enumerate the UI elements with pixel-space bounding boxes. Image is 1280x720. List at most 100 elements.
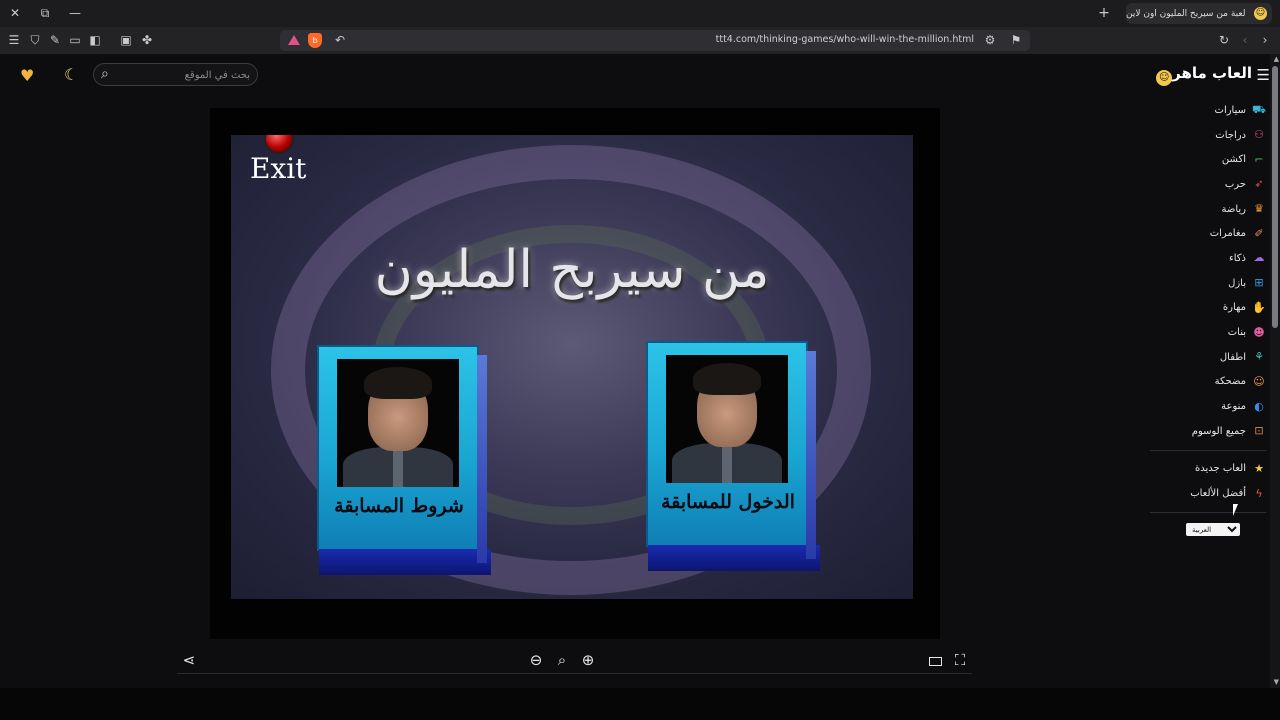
rules-card-button[interactable]: شروط المسابقة <box>317 345 491 575</box>
sidebar-item-label: العاب جديدة <box>1195 463 1246 475</box>
sidebar-toggle-icon[interactable]: ◧ <box>87 32 103 48</box>
sidebar-item-label: أفضل الألعاب <box>1190 488 1246 500</box>
reload-back-icon[interactable]: ↶ <box>332 32 348 48</box>
kids-icon: ⚘ <box>1254 350 1264 364</box>
page-footer-strip <box>0 688 1280 720</box>
theater-mode-icon[interactable] <box>929 657 942 666</box>
gun-icon: ⌐ <box>1254 152 1264 166</box>
mouse-cursor-icon <box>1233 504 1238 516</box>
sidebar-item[interactable]: أفضل الألعاب ϟ <box>1162 481 1266 506</box>
search-icon[interactable]: ⌕ <box>101 66 109 82</box>
brain-icon: ☁ <box>1253 251 1265 265</box>
exit-button[interactable]: Exit <box>250 152 306 185</box>
window-minimize-button[interactable]: — <box>66 5 84 21</box>
page-content: ♥ ☾ ⌕ العاب ماهر☺ ☰ سيارات⛟دراجات⚇اكشن⌐ح… <box>0 54 1280 720</box>
bike-icon: ⚇ <box>1254 128 1264 142</box>
browser-toolbar: ☰ ⛉ ✎ ▭ ◧ ▣ ✤ b ↶ ttt4.com/thinking-game… <box>0 27 1280 54</box>
sidebar-item[interactable]: مضحكة ☺ <box>1162 370 1266 395</box>
sidebar-item[interactable]: اطفال ⚘ <box>1162 345 1266 370</box>
enter-card-button[interactable]: الدخول للمسابقة <box>646 341 820 571</box>
card-base <box>319 549 491 575</box>
brave-rewards-icon[interactable] <box>288 35 300 45</box>
sidebar-item-label: حرب <box>1224 178 1246 190</box>
host-portrait <box>337 359 459 487</box>
sidebar-item[interactable]: دراجات ⚇ <box>1162 123 1266 148</box>
logo-smiley-icon: ☺ <box>1156 70 1173 86</box>
sidebar-item[interactable]: سيارات ⛟ <box>1162 98 1266 123</box>
puzzle-extensions-icon[interactable]: ✤ <box>139 32 155 48</box>
zoom-out-icon[interactable]: ⊖ <box>526 650 546 670</box>
game-frame[interactable]: Exit من سيربح المليون شروط المسابقة الدخ… <box>210 108 940 639</box>
sidebar-divider <box>1150 449 1266 451</box>
enter-card-label[interactable]: الدخول للمسابقة <box>648 491 808 513</box>
share-icon[interactable]: ⋖ <box>179 650 199 670</box>
new-tab-button[interactable]: + <box>1096 5 1112 21</box>
browser-tabbar: ✕ ⧉ — + ✕ لعبة من سيربح المليون اون لاين… <box>0 0 1280 27</box>
logo-text[interactable]: العاب ماهر <box>1172 64 1252 82</box>
tab-favicon-icon: ☺ <box>1254 7 1267 20</box>
hand-icon: ✋ <box>1252 300 1266 314</box>
fullscreen-icon[interactable]: ⛶ <box>950 650 970 670</box>
shield-icon[interactable]: ⛉ <box>27 32 43 48</box>
hamburger-menu-icon[interactable]: ☰ <box>1257 66 1270 84</box>
site-settings-icon[interactable]: ⚙ <box>982 32 998 48</box>
sidebar-item[interactable]: مهارة ✋ <box>1162 296 1266 321</box>
reload-icon[interactable]: ↻ <box>1216 32 1232 48</box>
rules-card-label[interactable]: شروط المسابقة <box>319 495 479 517</box>
sidebar-menu-icon[interactable]: ☰ <box>6 32 22 48</box>
window-close-button[interactable]: ✕ <box>6 5 24 21</box>
heart-icon[interactable]: ♥ <box>20 66 34 85</box>
sidebar-item-label: جميع الوسوم <box>1191 425 1246 437</box>
zoom-reset-icon[interactable]: ⌕ <box>552 650 572 670</box>
sidebar-item[interactable]: ذكاء ☁ <box>1162 246 1266 271</box>
smile-icon: ☺ <box>1253 374 1265 388</box>
category-sidebar: سيارات ⛟ دراجات ⚇ اكشن ⌐ حرب ➶ رياضة ♛ مغامرات ✐ ذكا… <box>1150 98 1266 519</box>
address-bar[interactable]: b ↶ ttt4.com/thinking-games/who-will-win… <box>280 30 1030 51</box>
scroll-thumb[interactable] <box>1272 66 1278 328</box>
game-canvas[interactable]: Exit من سيربح المليون شروط المسابقة الدخ… <box>231 135 913 599</box>
host-portrait <box>666 355 788 483</box>
scroll-down-icon[interactable]: ▼ <box>1274 678 1279 686</box>
screenshot-icon[interactable]: ▣ <box>118 32 134 48</box>
girl-icon: ☻ <box>1253 325 1265 339</box>
back-icon[interactable]: ‹ <box>1237 32 1253 48</box>
window-restore-button[interactable]: ⧉ <box>36 5 54 21</box>
sidebar-item[interactable]: منوعة ◐ <box>1162 394 1266 419</box>
card-base <box>648 545 820 571</box>
language-select[interactable]: العربية <box>1186 523 1240 536</box>
sidebar-divider <box>1150 512 1266 513</box>
scroll-up-icon[interactable]: ▲ <box>1274 55 1279 63</box>
site-logo[interactable]: العاب ماهر☺ <box>1152 64 1252 86</box>
game-controls: ⋖ ⊖ ⌕ ⊕ ⛶ <box>177 646 972 674</box>
sidebar-item-label: بازل <box>1228 277 1246 289</box>
zoom-in-icon[interactable]: ⊕ <box>578 650 598 670</box>
forward-icon[interactable]: › <box>1257 32 1273 48</box>
page-scrollbar[interactable]: ▲ ▼ <box>1270 54 1280 688</box>
url-text[interactable]: ttt4.com/thinking-games/who-will-win-the… <box>716 34 974 45</box>
game-title: من سيربح المليون <box>374 240 770 300</box>
sidebar-item-label: سيارات <box>1214 104 1246 116</box>
sidebar-item[interactable]: جميع الوسوم ⊡ <box>1162 419 1266 444</box>
sidebar-item-label: ذكاء <box>1229 252 1246 264</box>
tab-title: لعبة من سيربح المليون اون لاين <box>1126 8 1246 19</box>
bookmark-icon[interactable]: ⚑ <box>1008 32 1024 48</box>
sidebar-item[interactable]: بنات ☻ <box>1162 320 1266 345</box>
tabs-icon[interactable]: ▭ <box>67 32 83 48</box>
sidebar-item[interactable]: رياضة ♛ <box>1162 197 1266 222</box>
brave-shields-icon[interactable]: b <box>308 33 322 48</box>
sidebar-item[interactable]: حرب ➶ <box>1162 172 1266 197</box>
sidebar-item-label: مضحكة <box>1214 376 1246 388</box>
sidebar-item-label: مغامرات <box>1209 228 1246 240</box>
sidebar-item[interactable]: اكشن ⌐ <box>1162 147 1266 172</box>
moon-icon[interactable]: ☾ <box>64 65 78 84</box>
search-input[interactable] <box>122 67 250 83</box>
car-icon: ⛟ <box>1252 103 1266 117</box>
sidebar-item[interactable]: بازل ⊞ <box>1162 271 1266 296</box>
extension-icon[interactable]: ✎ <box>47 32 63 48</box>
sidebar-item[interactable]: العاب جديدة ★ <box>1162 457 1266 482</box>
search-box[interactable]: ⌕ <box>93 63 258 86</box>
sidebar-item-label: رياضة <box>1221 203 1246 215</box>
sidebar-item[interactable]: مغامرات ✐ <box>1162 221 1266 246</box>
browser-tab[interactable]: ✕ لعبة من سيربح المليون اون لاين ☺ <box>1126 3 1272 24</box>
rocket-icon: ➶ <box>1254 177 1264 191</box>
